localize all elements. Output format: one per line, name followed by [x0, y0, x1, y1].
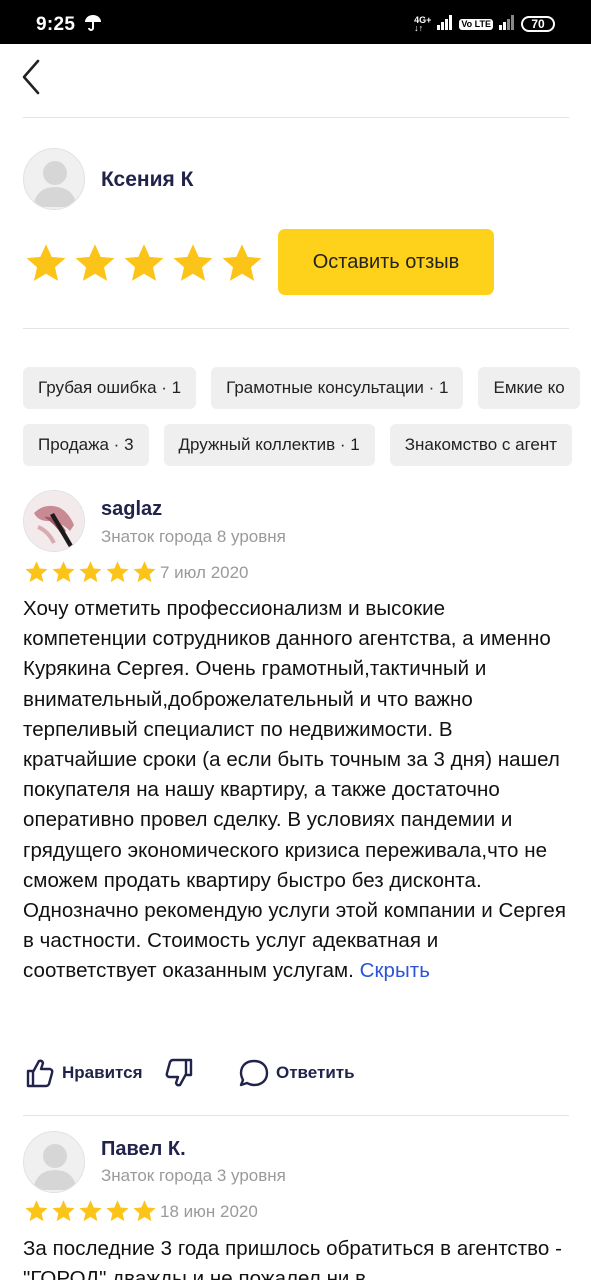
battery-icon: 70	[521, 16, 555, 32]
review-text: За последние 3 года пришлось обратиться …	[23, 1234, 571, 1280]
star-icon	[79, 561, 102, 583]
collapse-link[interactable]: Скрыть	[360, 959, 430, 982]
star-icon	[133, 561, 156, 583]
volte-badge: Vo LTE	[459, 18, 493, 30]
rating-star-icon[interactable]	[122, 242, 166, 286]
avatar-photo	[24, 491, 84, 551]
tag-chip[interactable]: Грубая ошибка · 1	[23, 367, 197, 409]
reply-label: Ответить	[276, 1063, 355, 1082]
user-placeholder-icon	[33, 1144, 77, 1190]
divider	[23, 328, 569, 329]
tag-chip[interactable]: Знакомство с агент	[389, 424, 573, 466]
review-author[interactable]: Павел К.	[101, 1138, 186, 1161]
avatar[interactable]	[23, 148, 85, 210]
star-icon	[52, 1200, 75, 1222]
signal-icon-2	[499, 14, 515, 35]
thumbs-up-icon	[26, 1059, 54, 1088]
rating-star-icon[interactable]	[171, 242, 215, 286]
star-icon	[25, 561, 48, 583]
review-avatar[interactable]	[23, 490, 85, 552]
tag-chip[interactable]: Грамотные консультации · 1	[211, 367, 464, 409]
review-text: Хочу отметить профессионализм и высокие …	[23, 594, 571, 987]
rating-input[interactable]	[24, 242, 264, 286]
review-date: 7 июл 2020	[160, 563, 249, 582]
status-time: 9:25	[36, 14, 76, 35]
like-button[interactable]: Нравится	[24, 1056, 143, 1090]
tag-row-2: Продажа · 3 Дружный коллектив · 1 Знаком…	[23, 424, 573, 466]
star-icon	[25, 1200, 48, 1222]
dislike-button[interactable]	[162, 1056, 194, 1090]
star-icon	[79, 1200, 102, 1222]
comment-icon	[239, 1059, 269, 1087]
review-actions: Нравится Ответить	[24, 1056, 424, 1090]
network-arrows: ↓↑	[414, 23, 424, 33]
tag-row-1: Грубая ошибка · 1 Грамотные консультации…	[23, 367, 580, 409]
star-icon	[133, 1200, 156, 1222]
divider	[23, 1115, 569, 1116]
review-author-level: Знаток города 3 уровня	[101, 1166, 286, 1185]
star-icon	[52, 561, 75, 583]
review-text-body: За последние 3 года пришлось обратиться …	[23, 1237, 562, 1280]
profile-name: Ксения К	[101, 168, 194, 191]
umbrella-icon	[84, 13, 102, 36]
review-rating	[24, 560, 157, 585]
star-icon	[106, 1200, 129, 1222]
rating-star-icon[interactable]	[24, 242, 68, 286]
review-rating	[24, 1199, 157, 1224]
user-placeholder-icon	[33, 161, 77, 207]
tag-chip[interactable]: Продажа · 3	[23, 424, 149, 466]
chevron-left-icon	[22, 59, 40, 95]
review-date: 18 июн 2020	[160, 1202, 258, 1221]
tag-chip[interactable]: Дружный коллектив · 1	[163, 424, 375, 466]
review-author[interactable]: saglaz	[101, 498, 162, 521]
back-button[interactable]	[18, 56, 50, 98]
review-text-body: Хочу отметить профессионализм и высокие …	[23, 597, 566, 983]
divider	[23, 117, 569, 118]
status-indicators: 4G+ ↓↑ Vo LTE 70	[414, 14, 555, 34]
review-avatar[interactable]	[23, 1131, 85, 1193]
network-type: 4G+ ↓↑	[414, 16, 431, 33]
review-author-level: Знаток города 8 уровня	[101, 527, 286, 546]
status-bar: 9:25 4G+ ↓↑ Vo LTE 70	[0, 0, 591, 44]
leave-review-button[interactable]: Оставить отзыв	[278, 229, 494, 295]
rating-star-icon[interactable]	[220, 242, 264, 286]
thumbs-down-icon	[165, 1058, 193, 1087]
star-icon	[106, 561, 129, 583]
signal-icon	[437, 14, 453, 35]
tag-chip[interactable]: Емкие ко	[478, 367, 580, 409]
like-label: Нравится	[62, 1063, 143, 1082]
rating-star-icon[interactable]	[73, 242, 117, 286]
reply-button[interactable]: Ответить	[238, 1056, 355, 1090]
